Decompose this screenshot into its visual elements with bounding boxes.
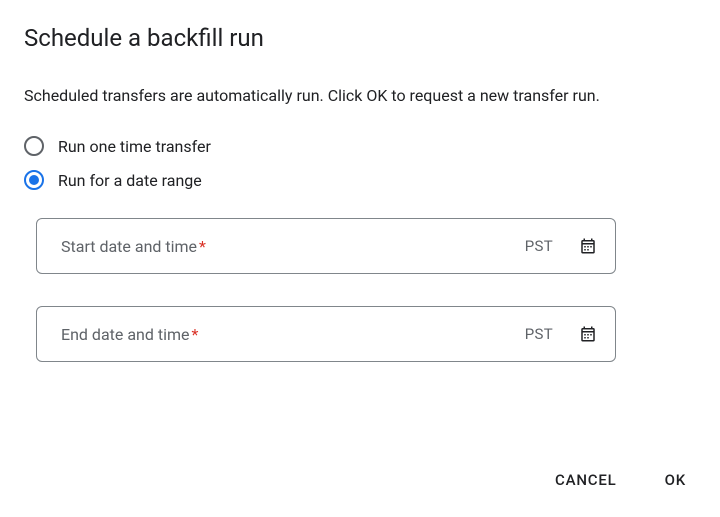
radio-label: Run for a date range	[58, 171, 202, 190]
date-range-inputs: Start date and time* PST End date and ti…	[24, 218, 696, 362]
field-label: Start date and time*	[61, 237, 206, 256]
required-mark: *	[199, 237, 206, 256]
dialog-description: Scheduled transfers are automatically ru…	[24, 84, 696, 108]
calendar-icon[interactable]	[579, 237, 597, 255]
end-date-input[interactable]	[208, 325, 514, 343]
start-date-input[interactable]	[216, 237, 515, 255]
radio-one-time-transfer[interactable]: Run one time transfer	[24, 136, 696, 156]
end-date-field[interactable]: End date and time* PST	[36, 306, 616, 362]
dialog-actions: CANCEL OK	[551, 463, 690, 497]
run-type-radio-group: Run one time transfer Run for a date ran…	[24, 136, 696, 190]
ok-button[interactable]: OK	[661, 463, 690, 497]
calendar-icon[interactable]	[579, 325, 597, 343]
timezone-label: PST	[525, 325, 553, 343]
radio-label: Run one time transfer	[58, 137, 211, 156]
radio-checked-icon	[24, 170, 44, 190]
radio-unchecked-icon	[24, 136, 44, 156]
radio-date-range[interactable]: Run for a date range	[24, 170, 696, 190]
field-label: End date and time*	[61, 325, 198, 344]
required-mark: *	[192, 325, 199, 344]
start-date-field[interactable]: Start date and time* PST	[36, 218, 616, 274]
timezone-label: PST	[525, 237, 553, 255]
cancel-button[interactable]: CANCEL	[551, 463, 621, 497]
dialog-title: Schedule a backfill run	[24, 24, 696, 52]
